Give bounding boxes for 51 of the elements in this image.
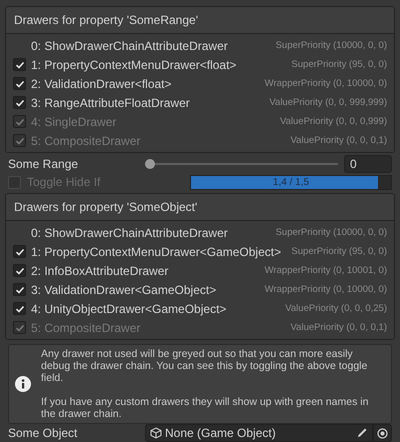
checkbox[interactable] <box>13 96 26 109</box>
drawer-name: 1: PropertyContextMenuDrawer<float> <box>31 58 236 72</box>
cube-icon <box>150 427 162 439</box>
checkbox[interactable] <box>13 134 26 147</box>
drawer-priority: SuperPriority (10000, 0, 0) <box>276 40 387 51</box>
drawer-priority: ValuePriority (0, 0, 0,1) <box>290 322 387 333</box>
drawer-priority: SuperPriority (95, 0, 0) <box>291 246 387 257</box>
field-label: Some Object <box>8 426 78 440</box>
info-text: Any drawer not used will be greyed out so that you can more easily debug the drawer chain. You can see this by toggling the above toggle field. <box>41 348 368 384</box>
drawer-name: 4: UnityObjectDrawer<GameObject> <box>31 302 226 316</box>
drawer-name: 1: PropertyContextMenuDrawer<GameObject> <box>31 244 282 258</box>
number-field[interactable]: 0 <box>344 155 392 173</box>
checkbox[interactable] <box>13 302 26 315</box>
drawer-name: 4: SingleDrawer <box>31 114 116 128</box>
object-value: None (Game Object) <box>165 426 276 440</box>
section-title: Drawers for property 'SomeRange' <box>14 13 198 27</box>
drawer-priority: ValuePriority (0, 0, 0,999) <box>280 116 387 127</box>
progress-reading: 1,4 / 1,5 <box>272 176 310 188</box>
field-label: Some Range <box>8 157 80 171</box>
drawer-name: 3: RangeAttributeFloatDrawer <box>31 96 190 110</box>
info-text: If you have any custom drawers they will show up with green names in the drawer chain. <box>41 396 370 420</box>
checkbox[interactable] <box>13 321 26 334</box>
checkbox[interactable] <box>13 115 26 128</box>
drawer-name: 0: ShowDrawerChainAttributeDrawer <box>31 38 228 52</box>
checkbox[interactable] <box>13 245 26 258</box>
object-field[interactable]: None (Game Object) <box>145 424 373 442</box>
drawer-priority: ValuePriority (0, 0, 0,25) <box>285 303 387 314</box>
drawer-priority: ValuePriority (0, 0, 999,999) <box>269 97 387 108</box>
drawer-priority: SuperPriority (95, 0, 0) <box>291 59 387 70</box>
drawer-name: 3: ValidationDrawer<GameObject> <box>31 282 216 296</box>
drawer-priority: SuperPriority (10000, 0, 0) <box>276 227 387 238</box>
drawer-priority: WrapperPriority (0, 10001, 0) <box>264 265 387 276</box>
drawer-name: 0: ShowDrawerChainAttributeDrawer <box>31 226 228 240</box>
info-icon <box>15 376 31 392</box>
drawer-name: 5: CompositeDrawer <box>31 320 140 334</box>
checkbox[interactable] <box>13 58 26 71</box>
range-slider[interactable] <box>145 158 338 170</box>
section-title: Drawers for property 'SomeObject' <box>14 200 198 214</box>
drawer-name: 5: CompositeDrawer <box>31 134 140 148</box>
checkbox[interactable] <box>13 264 26 277</box>
object-picker-button[interactable] <box>373 424 392 442</box>
checkbox[interactable] <box>13 77 26 90</box>
drawer-priority: WrapperPriority (0, 10000, 0) <box>264 78 387 89</box>
drawer-name: 2: InfoBoxAttributeDrawer <box>31 264 168 278</box>
pencil-icon[interactable] <box>356 427 368 439</box>
target-icon <box>377 428 388 438</box>
drawer-priority: WrapperPriority (0, 10000, 0) <box>264 284 387 295</box>
drawer-priority: ValuePriority (0, 0, 0,1) <box>290 135 387 146</box>
slider-thumb[interactable] <box>145 159 155 169</box>
drawer-name: 2: ValidationDrawer<float> <box>31 76 172 90</box>
checkbox[interactable] <box>13 283 26 296</box>
